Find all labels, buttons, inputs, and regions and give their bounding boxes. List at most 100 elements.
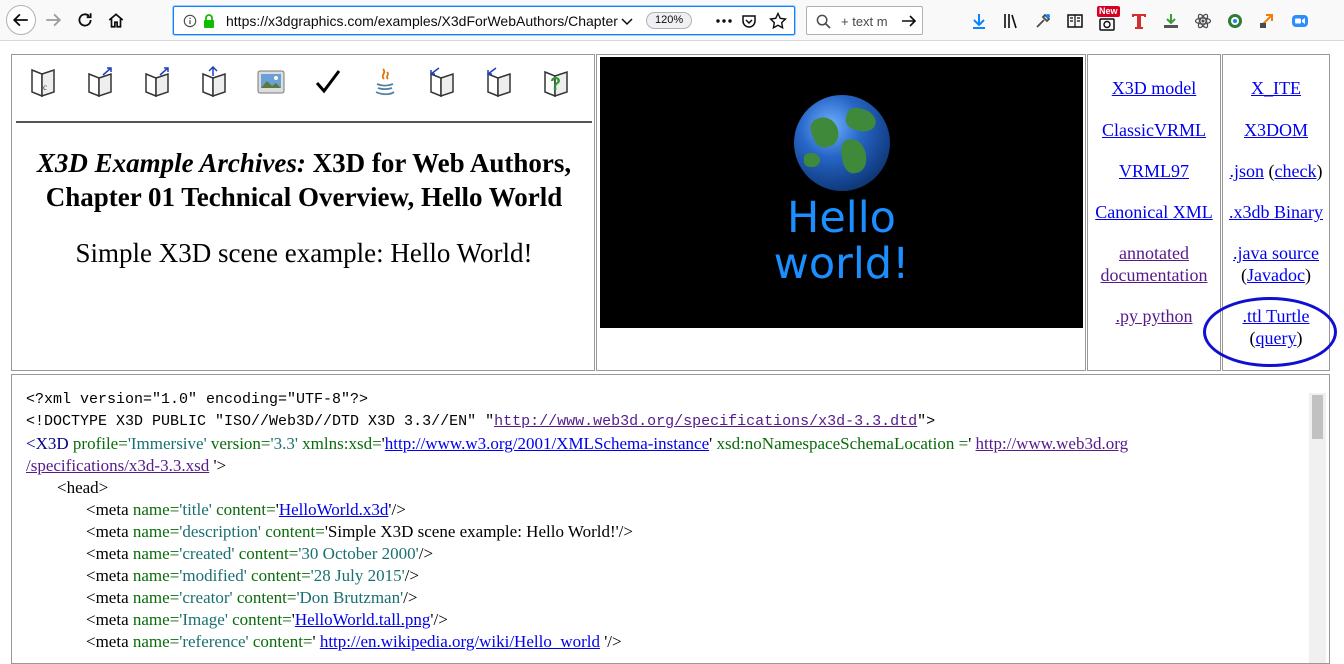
home-button[interactable] xyxy=(102,6,130,34)
hello-line-1: Hello xyxy=(787,193,896,243)
xsd-link-part2[interactable]: /specifications/x3d-3.3.xsd xyxy=(26,456,209,475)
search-bar[interactable]: + text m xyxy=(806,6,923,35)
book-up-2-icon[interactable] xyxy=(140,65,174,99)
x3d-source-code: <?xml version="1.0" encoding="UTF-8"?> <… xyxy=(26,389,1306,653)
documentation-link[interactable]: documentation xyxy=(1101,265,1208,285)
canonical-xml-link[interactable]: Canonical XML xyxy=(1095,202,1212,222)
meta-tag: <meta xyxy=(86,544,129,563)
bookmark-star-icon[interactable] xyxy=(769,12,787,30)
url-dropdown-icon[interactable] xyxy=(621,15,633,27)
reader-view-icon[interactable] xyxy=(1065,11,1085,31)
lock-icon[interactable] xyxy=(202,13,216,29)
java-source-link[interactable]: .java source xyxy=(1233,243,1319,263)
eyedropper-icon[interactable] xyxy=(1033,11,1053,31)
downloads-icon[interactable] xyxy=(969,11,989,31)
book-help-icon[interactable]: ? xyxy=(539,65,573,99)
search-go-arrow-icon[interactable] xyxy=(901,14,917,28)
meta-name-value: 'Image' xyxy=(179,610,228,629)
meta-content-value: '30 October 2000' xyxy=(298,544,419,563)
x3d-open-line: <X3D profile='Immersive' version='3.3' x… xyxy=(26,433,1306,455)
doctype-close: "> xyxy=(917,413,936,430)
player-links-panel: X_ITE X3DOM .json (check) .x3db Binary .… xyxy=(1222,54,1330,371)
classic-vrml-link[interactable]: ClassicVRML xyxy=(1102,120,1206,140)
meta-content-attr: content= xyxy=(232,588,297,607)
meta-content-link[interactable]: HelloWorld.x3d xyxy=(279,500,389,519)
meta-row: <meta name='description' content='Simple… xyxy=(26,521,1306,543)
forward-arrow-icon xyxy=(46,13,62,27)
meta-content-link[interactable]: http://en.wikipedia.org/wiki/Hello_world xyxy=(320,632,600,651)
head-tag: <head> xyxy=(57,478,109,497)
meta-tag: <meta xyxy=(86,522,129,541)
page-title-italic: X3D Example Archives: xyxy=(36,148,306,178)
title-panel: c ? X3D Example Archives: X3D for Web Au… xyxy=(11,54,595,371)
doctype-text: <!DOCTYPE X3D PUBLIC "ISO//Web3D//DTD X3… xyxy=(26,413,495,430)
checkmark-icon[interactable] xyxy=(311,65,345,99)
download-helper-icon[interactable] xyxy=(1161,11,1181,31)
scene-render-image[interactable]: Hello world! xyxy=(600,57,1083,328)
query-link[interactable]: query xyxy=(1256,328,1297,348)
text-t-icon[interactable] xyxy=(1129,11,1149,31)
zoom-meeting-icon[interactable] xyxy=(1290,11,1310,31)
vrml97-link[interactable]: VRML97 xyxy=(1119,161,1189,181)
meta-content-value: 'Don Brutzman' xyxy=(296,588,404,607)
book-top-icon[interactable] xyxy=(197,65,231,99)
java-icon[interactable] xyxy=(368,65,402,99)
url-text[interactable]: https://x3dgraphics.com/examples/X3dForW… xyxy=(226,13,618,29)
meta-name-attr: name= xyxy=(128,632,180,651)
version-attr: version= xyxy=(206,434,271,453)
meta-row: <meta name='reference' content=' http://… xyxy=(26,631,1306,653)
scrollbar-thumb[interactable] xyxy=(1312,395,1323,439)
profile-attr: profile= xyxy=(68,434,128,453)
meta-content-attr: content= xyxy=(260,522,325,541)
ttl-turtle-link[interactable]: .ttl Turtle xyxy=(1242,306,1309,326)
search-icon xyxy=(816,14,831,29)
meta-close: '/> xyxy=(388,500,406,519)
xsd-link-part1[interactable]: http://www.web3d.org xyxy=(976,434,1129,453)
meta-close: '/> xyxy=(599,632,622,651)
screenshot-icon[interactable] xyxy=(1097,14,1117,34)
meta-row: <meta name='title' content='HelloWorld.x… xyxy=(26,499,1306,521)
javadoc-link[interactable]: Javadoc xyxy=(1247,265,1305,285)
info-icon[interactable] xyxy=(183,14,197,28)
book-next-icon[interactable] xyxy=(482,65,516,99)
json-check-link[interactable]: check xyxy=(1275,161,1317,181)
back-button[interactable] xyxy=(6,5,36,35)
reload-button[interactable] xyxy=(71,6,99,34)
xmlschema-link[interactable]: http://www.w3.org/2001/XMLSchema-instanc… xyxy=(385,434,709,453)
x3dom-link[interactable]: X3DOM xyxy=(1244,120,1308,140)
page-actions-icon[interactable] xyxy=(715,15,733,27)
vertical-scrollbar[interactable] xyxy=(1309,393,1326,663)
image-icon[interactable] xyxy=(254,65,288,99)
extension-arrow-icon[interactable] xyxy=(1257,11,1277,31)
py-python-link[interactable]: .py python xyxy=(1115,306,1192,326)
meta-content-attr: content= xyxy=(211,500,276,519)
meta-content-attr: content= xyxy=(234,544,299,563)
url-bar[interactable]: https://x3dgraphics.com/examples/X3dForW… xyxy=(173,6,795,35)
search-input[interactable]: + text m xyxy=(841,14,897,29)
x-ite-link[interactable]: X_ITE xyxy=(1251,78,1301,98)
meta-name-value: 'created' xyxy=(179,544,235,563)
book-previous-icon[interactable] xyxy=(425,65,459,99)
meta-content-link[interactable]: HelloWorld.tall.png xyxy=(295,610,431,629)
book-chapter-icon[interactable]: c xyxy=(26,65,60,99)
meta-row: <meta name='creator' content='Don Brutzm… xyxy=(26,587,1306,609)
meta-tag: <meta xyxy=(86,588,129,607)
page-subtitle: Simple X3D scene example: Hello World! xyxy=(75,238,533,268)
annotated-link[interactable]: annotated xyxy=(1119,243,1189,263)
dtd-link[interactable]: http://www.web3d.org/specifications/x3d-… xyxy=(494,413,917,430)
meta-tag: <meta xyxy=(86,610,129,629)
meta-close: '/> xyxy=(430,610,448,629)
book-up-icon[interactable] xyxy=(83,65,117,99)
zoom-level-badge[interactable]: 120% xyxy=(646,12,693,29)
json-link[interactable]: .json xyxy=(1230,161,1265,181)
profile-sync-icon[interactable] xyxy=(1225,11,1245,31)
library-icon[interactable] xyxy=(1001,11,1021,31)
x3d-model-link[interactable]: X3D model xyxy=(1112,78,1197,98)
react-devtools-icon[interactable] xyxy=(1193,11,1213,31)
forward-button[interactable] xyxy=(39,6,67,34)
meta-tag: <meta xyxy=(86,500,129,519)
x3db-binary-link[interactable]: .x3db Binary xyxy=(1229,202,1323,222)
meta-content-pre: 'Simple X3D scene example: Hello World!'… xyxy=(324,522,633,541)
version-value: '3.3' xyxy=(270,434,298,453)
pocket-icon[interactable] xyxy=(740,12,758,30)
